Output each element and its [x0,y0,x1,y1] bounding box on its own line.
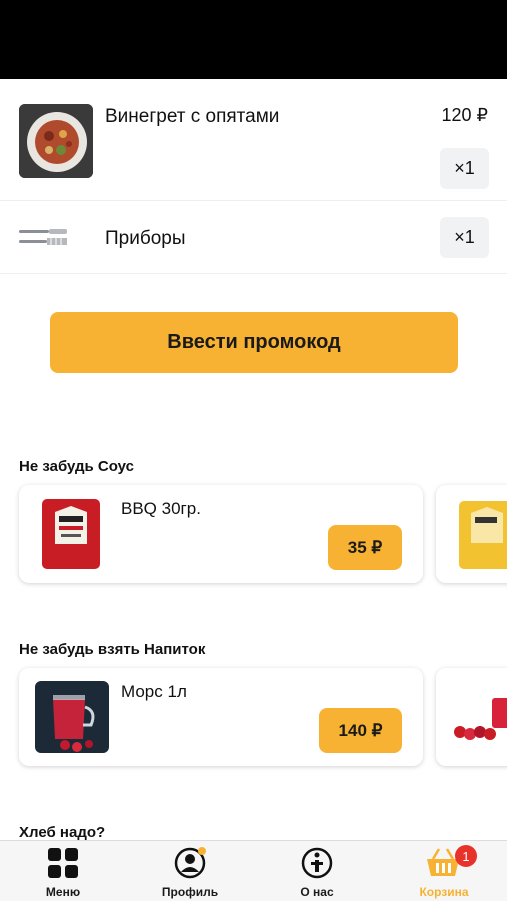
section-title-bread: Хлеб надо? [19,824,106,841]
cart-count-badge: 1 [455,845,477,867]
cart-item-name: Винегрет с опятами [105,106,280,127]
tab-profile[interactable]: Профиль [127,841,253,901]
add-to-cart-price-button[interactable]: 35 ₽ [328,525,402,570]
section-title-sauce: Не забудь Соус [19,458,134,475]
promo-code-button[interactable]: Ввести промокод [50,312,458,373]
sauce-packet-image [41,498,101,570]
add-to-cart-price-button[interactable]: 140 ₽ [319,708,402,753]
info-icon [301,847,333,879]
product-card-next[interactable] [436,485,507,583]
cutlery-icon [19,226,69,248]
berries-image [452,698,507,742]
grid-icon [47,847,79,879]
section-title-drink: Не забудь взять Напиток [19,641,206,658]
product-name: BBQ 30гр. [121,499,201,518]
product-name: Морс 1л [121,682,187,701]
profile-icon [174,847,206,879]
tab-label: Меню [45,885,81,899]
tab-label: Корзина [419,885,469,899]
tab-about[interactable]: О нас [254,841,380,901]
tab-label: О нас [300,885,334,899]
cart-item-name: Приборы [105,228,186,249]
tab-cart[interactable]: 1 Корзина [381,841,507,901]
tab-menu[interactable]: Меню [0,841,126,901]
product-card-next[interactable] [436,668,507,766]
cart-item-row[interactable]: Приборы ×1 [0,201,507,274]
quantity-button[interactable]: ×1 [440,217,489,258]
tab-label: Профиль [161,885,219,899]
status-bar [0,0,507,79]
quantity-button[interactable]: ×1 [440,148,489,189]
product-card[interactable]: Морс 1л 140 ₽ [19,668,423,766]
salad-plate-image [19,104,93,178]
product-card[interactable]: BBQ 30гр. 35 ₽ [19,485,423,583]
drink-image [35,681,109,753]
cart-item-row[interactable]: Винегрет с опятами 120 ₽ ×1 [0,79,507,201]
tab-bar: Меню Профиль О нас 1 Корзина [0,840,507,901]
sauce-packet-image [459,501,507,569]
cart-item-price: 120 ₽ [441,105,489,125]
